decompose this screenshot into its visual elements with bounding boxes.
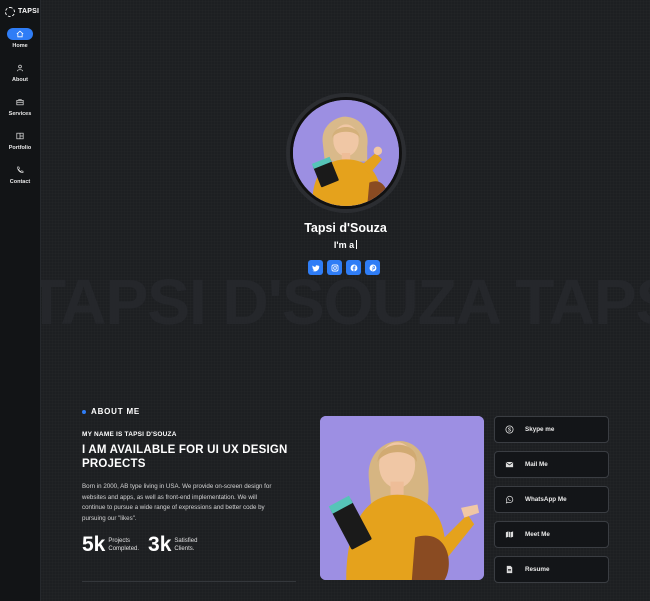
mail-icon — [505, 461, 514, 468]
my-name-label: MY NAME IS TAPSI D'SOUZA — [82, 431, 177, 438]
facebook-icon — [350, 264, 357, 271]
skype-button[interactable]: Skype me — [494, 416, 609, 443]
avatar — [286, 93, 406, 213]
typing-cursor — [356, 240, 358, 249]
about-bio: Born in 2000, AB type living in USA. We … — [82, 483, 272, 522]
pinterest-link[interactable] — [365, 260, 380, 275]
main-nav: Home About Services Portfolio Contact — [0, 28, 40, 198]
nav-item-contact[interactable]: Contact — [0, 164, 41, 198]
briefcase-icon — [7, 96, 33, 108]
mail-button[interactable]: Mail Me — [494, 451, 609, 478]
twitter-icon — [311, 264, 319, 271]
home-icon — [7, 28, 33, 40]
stat-label: Projects Completed. — [108, 538, 140, 552]
stat-number: 5k — [82, 533, 106, 556]
hero-role: I'm a — [41, 240, 650, 250]
section-divider — [82, 581, 296, 582]
contact-buttons: Skype me Mail Me WhatsApp Me Meet Me Res… — [494, 416, 609, 583]
stat-label: Satisfied Clients. — [174, 538, 198, 552]
portfolio-icon — [7, 130, 33, 142]
logo-icon — [5, 6, 15, 17]
nav-label: Portfolio — [8, 145, 32, 151]
about-headline: I AM AVAILABLE FOR UI UX DESIGN PROJECTS — [82, 444, 288, 470]
instagram-link[interactable] — [327, 260, 342, 275]
about-section-tag: ABOUT ME — [82, 407, 140, 416]
about-photo — [320, 416, 484, 580]
stat-number: 3k — [148, 533, 172, 556]
facebook-link[interactable] — [346, 260, 361, 275]
accent-dot — [82, 409, 86, 414]
nav-item-about[interactable]: About — [0, 62, 41, 96]
stat-clients: 3k Satisfied Clients. — [148, 533, 197, 557]
stat-projects: 5k Projects Completed. — [82, 533, 139, 557]
nav-label: Contact — [9, 179, 31, 185]
meet-button[interactable]: Meet Me — [494, 521, 609, 548]
hero-name: Tapsi d'Souza — [304, 221, 387, 235]
nav-label: Home — [12, 43, 28, 49]
instagram-icon — [331, 264, 338, 271]
nav-label: Services — [8, 111, 32, 117]
sidebar: TAPSI Home About Services Portfolio Cont… — [0, 0, 41, 601]
user-icon — [7, 62, 33, 74]
pinterest-icon — [369, 264, 376, 271]
stats: 5k Projects Completed. 3k Satisfied Client… — [82, 533, 197, 557]
social-links — [308, 260, 380, 275]
brand-name: TAPSI — [18, 8, 40, 15]
map-icon — [505, 531, 514, 538]
phone-icon — [7, 164, 33, 176]
nav-item-home[interactable]: Home — [0, 28, 41, 62]
resume-button[interactable]: Resume — [494, 556, 609, 583]
avatar-photo — [293, 100, 399, 206]
nav-item-portfolio[interactable]: Portfolio — [0, 130, 41, 164]
whatsapp-button[interactable]: WhatsApp Me — [494, 486, 609, 513]
brand-logo[interactable]: TAPSI — [0, 0, 40, 18]
skype-icon — [505, 425, 514, 434]
nav-item-services[interactable]: Services — [0, 96, 41, 130]
file-icon — [506, 565, 513, 574]
whatsapp-icon — [505, 495, 514, 504]
twitter-link[interactable] — [308, 260, 323, 275]
nav-label: About — [12, 77, 28, 83]
